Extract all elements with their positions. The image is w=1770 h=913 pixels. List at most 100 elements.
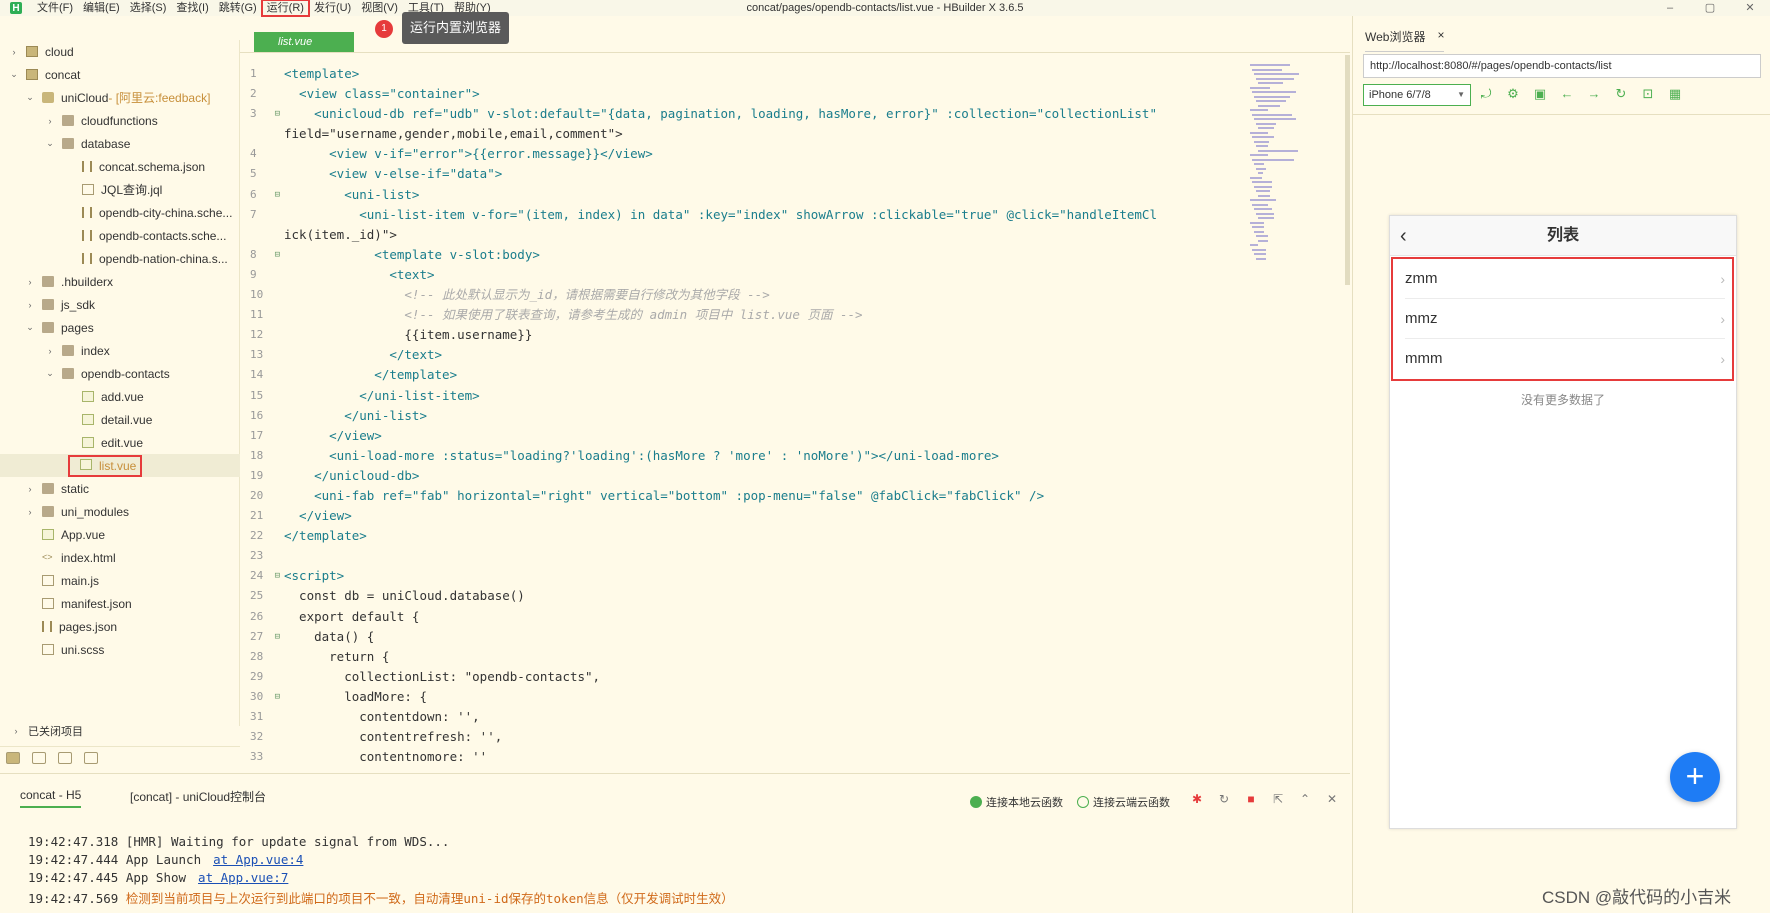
tree-item-city-schema[interactable]: opendb-city-china.sche...: [0, 201, 240, 224]
chevron-right-icon[interactable]: ›: [8, 47, 20, 57]
tree-item-nation-schema[interactable]: opendb-nation-china.s...: [0, 247, 240, 270]
tree-item-uni-modules[interactable]: › uni_modules: [0, 500, 240, 523]
code-line: </view>: [284, 508, 352, 524]
source-link[interactable]: at App.vue:4: [213, 852, 303, 867]
menu-file[interactable]: 文件(F): [32, 0, 78, 16]
tab-console-h5[interactable]: concat - H5: [20, 788, 82, 808]
search-icon[interactable]: [58, 751, 72, 764]
tree-item-pages-json[interactable]: pages.json: [0, 615, 240, 638]
fold-toggle-icon[interactable]: ⊟: [275, 687, 280, 707]
list-item[interactable]: mmm ›: [1405, 339, 1725, 379]
tree-item-cloud[interactable]: › cloud: [0, 40, 240, 63]
chevron-right-icon[interactable]: ›: [24, 507, 36, 517]
url-input[interactable]: http://localhost:8080/#/pages/opendb-con…: [1363, 54, 1761, 78]
qrcode-icon[interactable]: ▦: [1667, 86, 1683, 102]
chevron-right-icon[interactable]: ›: [10, 726, 22, 736]
tree-item-static[interactable]: › static: [0, 477, 240, 500]
tree-item-edit-vue[interactable]: edit.vue: [0, 431, 240, 454]
menu-run[interactable]: 运行(R): [260, 0, 310, 17]
tree-item-uni-scss[interactable]: uni.scss: [0, 638, 240, 661]
chevron-down-icon[interactable]: ⌄: [8, 69, 20, 80]
forward-icon[interactable]: →: [1586, 86, 1602, 102]
closed-projects[interactable]: › 已关闭项目: [0, 720, 240, 742]
menu-view[interactable]: 视图(V): [356, 0, 403, 16]
tree-item-detail-vue[interactable]: detail.vue: [0, 408, 240, 431]
tree-item-app-vue[interactable]: App.vue: [0, 523, 240, 546]
close-window-button[interactable]: ✕: [1735, 0, 1765, 16]
settings-icon[interactable]: ⚙: [1505, 86, 1521, 102]
chevron-right-icon[interactable]: ›: [44, 116, 56, 126]
close-icon[interactable]: ×: [1437, 28, 1444, 45]
tree-item-manifest[interactable]: manifest.json: [0, 592, 240, 615]
menu-select[interactable]: 选择(S): [125, 0, 172, 16]
chevron-down-icon[interactable]: ⌄: [24, 92, 36, 103]
chevron-down-icon[interactable]: ⌄: [44, 138, 56, 149]
maximize-button[interactable]: ▢: [1695, 0, 1725, 16]
tab-unicloud-console[interactable]: [concat] - uniCloud控制台: [130, 788, 266, 805]
tab-list-vue[interactable]: list.vue: [254, 32, 354, 52]
plugin-icon[interactable]: [84, 751, 98, 764]
minimap[interactable]: [1250, 64, 1300, 274]
tree-item-contacts-schema[interactable]: opendb-contacts.sche...: [0, 224, 240, 247]
tree-item-index[interactable]: › index: [0, 339, 240, 362]
debug-icon[interactable]: [32, 751, 46, 764]
tree-item-add-vue[interactable]: add.vue: [0, 385, 240, 408]
lock-icon[interactable]: ⊡: [1640, 86, 1656, 102]
chevron-right-icon[interactable]: ›: [44, 346, 56, 356]
editor-scrollbar[interactable]: [1345, 55, 1350, 285]
tree-item-cloudfunctions[interactable]: › cloudfunctions: [0, 109, 240, 132]
fold-toggle-icon[interactable]: ⊟: [275, 104, 280, 124]
chevron-right-icon[interactable]: ›: [24, 277, 36, 287]
line-number: 25: [250, 589, 264, 603]
json-file-icon: [82, 253, 92, 264]
code-line: </unicloud-db>: [284, 467, 420, 483]
bug-icon[interactable]: ✱: [1190, 792, 1204, 806]
folder-view-icon[interactable]: [6, 751, 20, 764]
manifest-file-icon: [42, 598, 54, 609]
tree-item-index-html[interactable]: <> index.html: [0, 546, 240, 569]
tree-item-concat[interactable]: ⌄ concat: [0, 63, 240, 86]
tree-item-js-sdk[interactable]: › js_sdk: [0, 293, 240, 316]
back-arrow-icon[interactable]: ‹: [1400, 216, 1407, 256]
stop-icon[interactable]: ■: [1244, 792, 1258, 806]
list-item[interactable]: zmm ›: [1405, 259, 1725, 299]
close-console-icon[interactable]: ✕: [1325, 792, 1339, 806]
menu-publish[interactable]: 发行(U): [309, 0, 356, 16]
tree-item-unicloud[interactable]: ⌄ uniCloud - [阿里云:feedback]: [0, 86, 240, 109]
tab-web-browser[interactable]: Web浏览器 ×: [1365, 28, 1445, 52]
console-icon[interactable]: ▣: [1532, 86, 1548, 102]
back-icon[interactable]: ←: [1559, 86, 1575, 102]
tree-item-database[interactable]: ⌄ database: [0, 132, 240, 155]
tree-item-jql[interactable]: JQL查询.jql: [0, 178, 240, 201]
fold-toggle-icon[interactable]: ⊟: [275, 566, 280, 586]
minimize-button[interactable]: –: [1655, 0, 1685, 16]
collapse-icon[interactable]: ⌃: [1298, 792, 1312, 806]
code-editor[interactable]: <template> <view class="container"> <uni…: [284, 64, 1240, 767]
tree-item-list-vue[interactable]: list.vue: [0, 454, 240, 477]
fold-toggle-icon[interactable]: ⊟: [275, 185, 280, 205]
menu-edit[interactable]: 编辑(E): [78, 0, 125, 16]
radio-remote-cloud[interactable]: 连接云端云函数: [1077, 794, 1170, 810]
chevron-down-icon[interactable]: ⌄: [24, 322, 36, 333]
replay-icon[interactable]: ↻: [1217, 792, 1231, 806]
fold-toggle-icon[interactable]: ⊟: [275, 627, 280, 647]
add-fab-button[interactable]: +: [1670, 752, 1720, 802]
fold-toggle-icon[interactable]: ⊟: [275, 245, 280, 265]
menu-find[interactable]: 查找(I): [171, 0, 213, 16]
rotate-icon[interactable]: ⤾: [1478, 86, 1494, 102]
radio-local-cloud[interactable]: 连接本地云函数: [970, 794, 1063, 810]
chevron-right-icon[interactable]: ›: [24, 300, 36, 310]
tree-item-hbuilderx[interactable]: › .hbuilderx: [0, 270, 240, 293]
export-icon[interactable]: ⇱: [1271, 792, 1285, 806]
tree-item-pages[interactable]: ⌄ pages: [0, 316, 240, 339]
source-link[interactable]: at App.vue:7: [198, 870, 288, 885]
list-item[interactable]: mmz ›: [1405, 299, 1725, 339]
chevron-right-icon[interactable]: ›: [24, 484, 36, 494]
menu-goto[interactable]: 跳转(G): [214, 0, 262, 16]
device-select[interactable]: iPhone 6/7/8 ▼: [1363, 84, 1471, 106]
tree-item-opendb-contacts[interactable]: ⌄ opendb-contacts: [0, 362, 240, 385]
refresh-icon[interactable]: ↻: [1613, 86, 1629, 102]
tree-item-main-js[interactable]: main.js: [0, 569, 240, 592]
chevron-down-icon[interactable]: ⌄: [44, 368, 56, 379]
tree-item-concat-schema[interactable]: concat.schema.json: [0, 155, 240, 178]
